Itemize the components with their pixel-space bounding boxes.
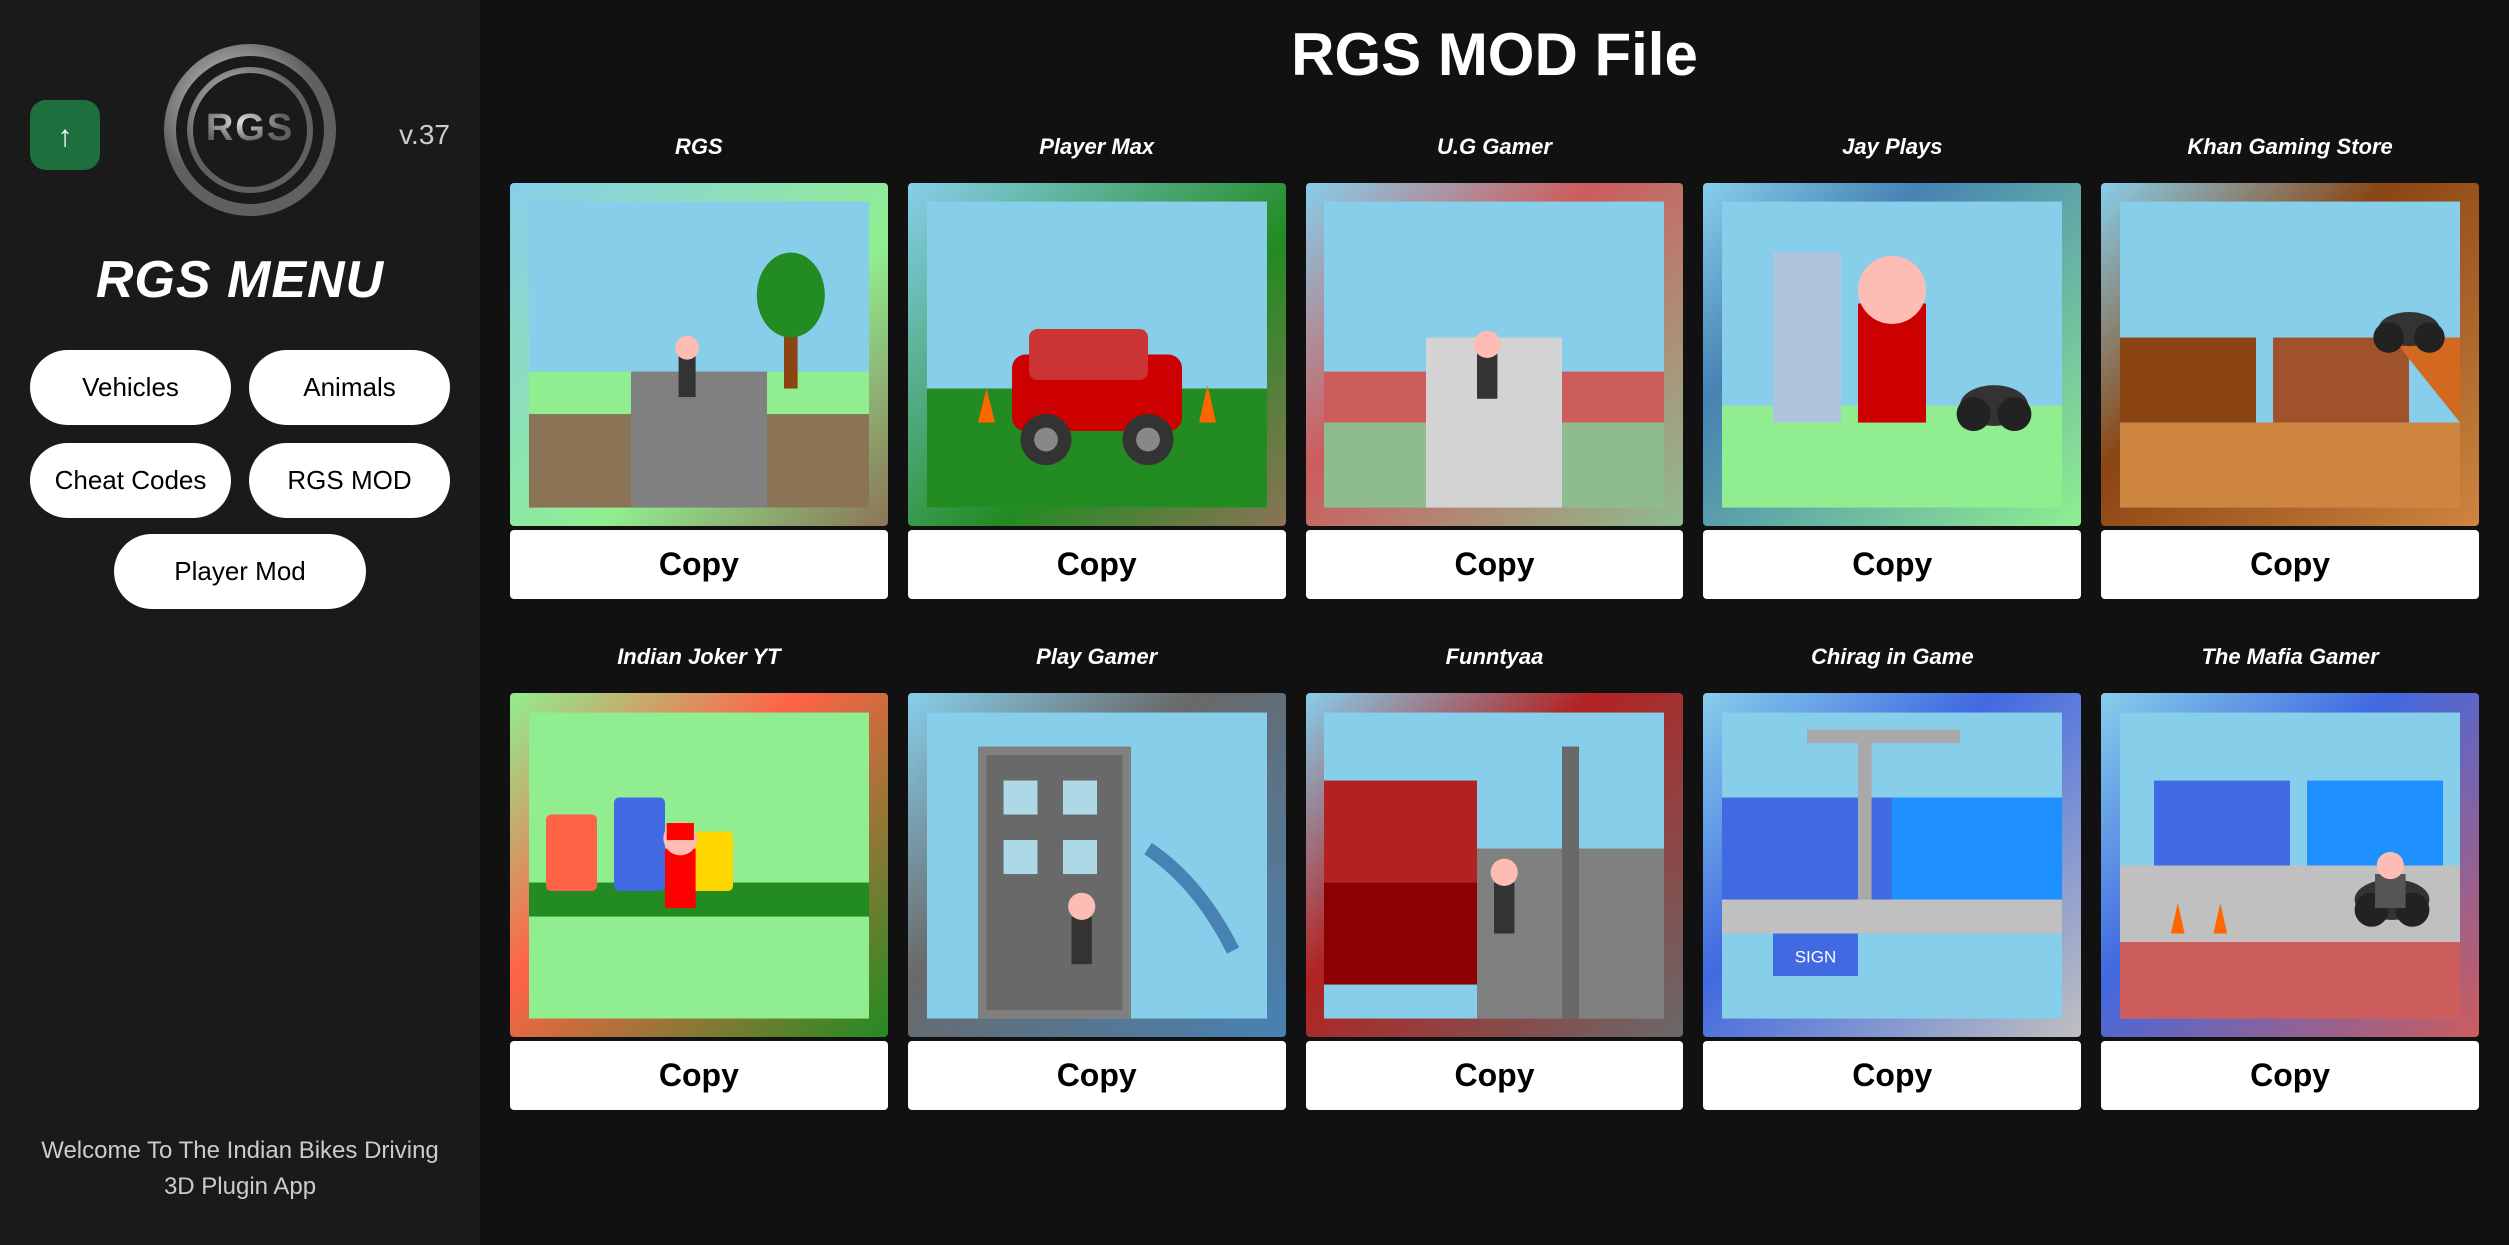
animals-button[interactable]: Animals	[249, 350, 450, 425]
main-content: RGS MOD File RGS	[480, 0, 2509, 1245]
mod-image-ug	[1306, 183, 1684, 526]
copy-button-rgs[interactable]: Copy	[510, 530, 888, 599]
version-label: v.37	[399, 119, 450, 151]
cheat-codes-button[interactable]: Cheat Codes	[30, 443, 231, 518]
copy-button-khan[interactable]: Copy	[2101, 530, 2479, 599]
app-icon: ↑	[30, 100, 100, 170]
mod-image-playermax	[908, 183, 1286, 526]
mod-image-chirag: SIGN	[1703, 693, 2081, 1036]
mod-grid-row2: Indian Joker YT	[510, 629, 2479, 1109]
mod-label-khan: Khan Gaming Store	[2187, 119, 2392, 175]
svg-text:SIGN: SIGN	[1795, 947, 1837, 966]
mod-label-ug: U.G Gamer	[1437, 119, 1552, 175]
svg-text:RGS: RGS	[205, 107, 293, 149]
mod-label-rgs: RGS	[675, 119, 723, 175]
welcome-text: Welcome To The Indian Bikes Driving 3D P…	[30, 1133, 450, 1205]
copy-button-ug[interactable]: Copy	[1306, 530, 1684, 599]
copy-button-joker[interactable]: Copy	[510, 1041, 888, 1110]
rgs-mod-button[interactable]: RGS MOD	[249, 443, 450, 518]
copy-button-playermax[interactable]: Copy	[908, 530, 1286, 599]
mod-card-ug: U.G Gamer Copy	[1306, 119, 1684, 599]
page-title: RGS MOD File	[510, 20, 2479, 89]
mod-label-chirag: Chirag in Game	[1811, 629, 1974, 685]
mod-label-playgamer: Play Gamer	[1036, 629, 1157, 685]
mod-image-rgs	[510, 183, 888, 526]
mod-image-khan	[2101, 183, 2479, 526]
mod-grid-row1: RGS	[510, 119, 2479, 599]
sidebar: ↑ RGS	[0, 0, 480, 1245]
vehicles-button[interactable]: Vehicles	[30, 350, 231, 425]
mod-image-playgamer	[908, 693, 1286, 1036]
sidebar-top: ↑ RGS	[30, 30, 450, 240]
mod-card-mafia: The Mafia Gamer	[2101, 629, 2479, 1109]
rgs-logo: RGS	[150, 30, 350, 230]
mod-card-playgamer: Play Gamer	[908, 629, 1286, 1109]
mod-label-joker: Indian Joker YT	[617, 629, 780, 685]
mod-card-funntyaa: Funntyaa	[1306, 629, 1684, 1109]
mod-label-funntyaa: Funntyaa	[1446, 629, 1544, 685]
copy-button-playgamer[interactable]: Copy	[908, 1041, 1286, 1110]
mod-card-chirag: Chirag in Game SIG	[1703, 629, 2081, 1109]
mod-card-rgs: RGS	[510, 119, 888, 599]
mod-image-joker	[510, 693, 888, 1036]
svg-text:↑: ↑	[58, 120, 73, 153]
copy-button-chirag[interactable]: Copy	[1703, 1041, 2081, 1110]
copy-button-mafia[interactable]: Copy	[2101, 1041, 2479, 1110]
mod-card-joker: Indian Joker YT	[510, 629, 888, 1109]
mod-image-mafia	[2101, 693, 2479, 1036]
player-mod-button[interactable]: Player Mod	[114, 534, 366, 609]
menu-title: RGS MENU	[96, 250, 384, 310]
mod-image-funntyaa	[1306, 693, 1684, 1036]
mod-image-jayplays	[1703, 183, 2081, 526]
mod-card-khan: Khan Gaming Store	[2101, 119, 2479, 599]
mod-label-mafia: The Mafia Gamer	[2201, 629, 2378, 685]
mod-label-playermax: Player Max	[1039, 119, 1154, 175]
mod-card-playermax: Player Max	[908, 119, 1286, 599]
nav-buttons: Vehicles Animals Cheat Codes RGS MOD	[30, 350, 450, 518]
copy-button-jayplays[interactable]: Copy	[1703, 530, 2081, 599]
mod-label-jayplays: Jay Plays	[1842, 119, 1942, 175]
copy-button-funntyaa[interactable]: Copy	[1306, 1041, 1684, 1110]
mod-card-jayplays: Jay Plays	[1703, 119, 2081, 599]
